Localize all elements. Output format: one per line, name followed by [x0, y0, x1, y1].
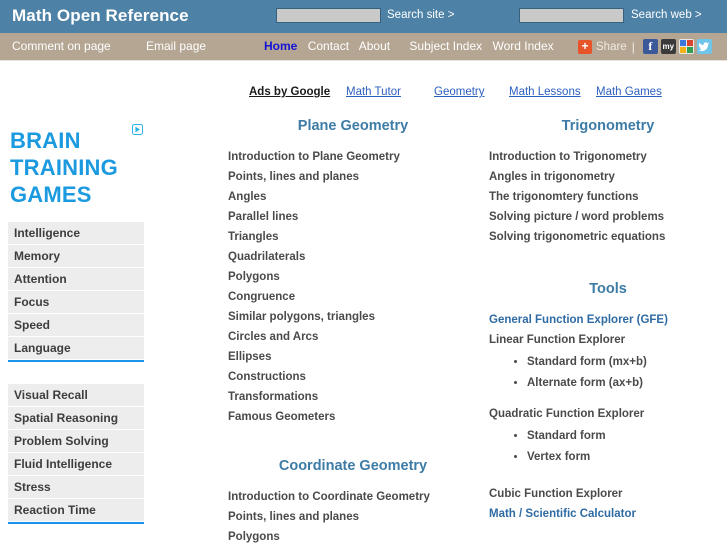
list-item[interactable]: Points, lines and planes: [228, 507, 478, 527]
linear-function-forms: Standard form (mx+b) Alternate form (ax+…: [489, 352, 727, 394]
list-item[interactable]: Transformations: [228, 387, 478, 407]
list-item[interactable]: Quadrilaterals: [228, 247, 478, 267]
list-item[interactable]: Standard form: [527, 426, 727, 447]
coordinate-geometry-link-list: Introduction to Coordinate Geometry Poin…: [228, 487, 478, 547]
ad-keyword-stress[interactable]: Stress: [8, 476, 144, 499]
site-title: Math Open Reference: [12, 6, 189, 25]
google-icon[interactable]: [678, 39, 694, 54]
nav-item-word-index[interactable]: Word Index: [492, 39, 553, 53]
list-item[interactable]: Famous Geometers: [228, 407, 478, 427]
adchoices-icon[interactable]: [132, 122, 143, 135]
section-title-tools: Tools: [589, 281, 627, 297]
ad-keyword-problem-solving[interactable]: Problem Solving: [8, 430, 144, 453]
list-item[interactable]: Circles and Arcs: [228, 327, 478, 347]
middle-content-column: Plane Geometry Introduction to Plane Geo…: [228, 118, 478, 547]
list-item[interactable]: Alternate form (ax+b): [527, 373, 727, 394]
plane-geometry-link-list: Introduction to Plane Geometry Points, l…: [228, 147, 478, 427]
list-item[interactable]: Triangles: [228, 227, 478, 247]
list-item[interactable]: Introduction to Trigonometry: [489, 147, 727, 167]
main-nav: Home Contact About Subject Index Word In…: [264, 39, 561, 53]
list-item[interactable]: Angles: [228, 187, 478, 207]
nav-item-subject-index[interactable]: Subject Index: [409, 39, 482, 53]
ad-headline-line2: TRAINING: [10, 155, 118, 180]
cubic-and-calculator-list: Cubic Function Explorer Math / Scientifi…: [489, 484, 727, 524]
tool-math-scientific-calculator[interactable]: Math / Scientific Calculator: [489, 504, 727, 524]
share-plus-icon[interactable]: +: [578, 39, 592, 54]
ad-keyword-visual-recall[interactable]: Visual Recall: [8, 384, 144, 407]
list-item[interactable]: Introduction to Plane Geometry: [228, 147, 478, 167]
ad-keyword-focus[interactable]: Focus: [8, 291, 144, 314]
list-item[interactable]: Polygons: [228, 527, 478, 547]
ad-link-math-tutor[interactable]: Math Tutor: [346, 86, 401, 98]
ad-headline[interactable]: BRAIN TRAINING GAMES: [0, 118, 152, 208]
section-title-trigonometry: Trigonometry: [561, 118, 655, 134]
ad-keyword-speed[interactable]: Speed: [8, 314, 144, 337]
tools-link-list: General Function Explorer (GFE) Linear F…: [489, 310, 727, 350]
list-item[interactable]: Polygons: [228, 267, 478, 287]
tools-block: Tools General Function Explorer (GFE) Li…: [489, 281, 727, 524]
list-item[interactable]: Congruence: [228, 287, 478, 307]
ad-keyword-language[interactable]: Language: [8, 337, 144, 360]
list-item[interactable]: Standard form (mx+b): [527, 352, 727, 373]
quadratic-tool-list: Quadratic Function Explorer: [489, 404, 727, 424]
list-item[interactable]: Points, lines and planes: [228, 167, 478, 187]
list-item[interactable]: Constructions: [228, 367, 478, 387]
ad-keyword-spatial-reasoning[interactable]: Spatial Reasoning: [8, 407, 144, 430]
list-item[interactable]: Parallel lines: [228, 207, 478, 227]
search-site-button[interactable]: Search site >: [387, 9, 454, 21]
list-item[interactable]: Angles in trigonometry: [489, 167, 727, 187]
right-content-column: Trigonometry Introduction to Trigonometr…: [489, 118, 727, 524]
ads-by-google-label[interactable]: Ads by Google: [249, 86, 330, 98]
site-header: Math Open Reference Search site > Search…: [0, 0, 727, 33]
ad-keyword-intelligence[interactable]: Intelligence: [8, 222, 144, 245]
quadratic-function-forms: Standard form Vertex form: [489, 426, 727, 468]
ad-link-math-games[interactable]: Math Games: [596, 86, 662, 98]
ad-keyword-memory[interactable]: Memory: [8, 245, 144, 268]
comment-on-page-link[interactable]: Comment on page: [12, 39, 111, 53]
ad-keyword-attention[interactable]: Attention: [8, 268, 144, 291]
list-item[interactable]: Similar polygons, triangles: [228, 307, 478, 327]
nav-item-contact[interactable]: Contact: [308, 39, 349, 53]
ad-link-math-lessons[interactable]: Math Lessons: [509, 86, 581, 98]
ad-keyword-group-1: Intelligence Memory Attention Focus Spee…: [8, 222, 144, 362]
ad-keyword-group-2: Visual Recall Spatial Reasoning Problem …: [8, 384, 144, 524]
share-separator: |: [631, 39, 635, 54]
email-page-link[interactable]: Email page: [146, 39, 206, 53]
share-label[interactable]: Share: [596, 41, 627, 53]
tool-linear-function-explorer[interactable]: Linear Function Explorer: [489, 330, 727, 350]
section-title-plane-geometry: Plane Geometry: [297, 118, 409, 134]
tool-quadratic-function-explorer[interactable]: Quadratic Function Explorer: [489, 404, 727, 424]
nav-item-about[interactable]: About: [359, 39, 390, 53]
sidebar-advertisement[interactable]: BRAIN TRAINING GAMES Intelligence Memory…: [0, 118, 152, 524]
list-item[interactable]: Solving picture / word problems: [489, 207, 727, 227]
list-item[interactable]: Solving trigonometric equations: [489, 227, 727, 247]
tool-cubic-function-explorer[interactable]: Cubic Function Explorer: [489, 484, 727, 504]
search-web-button[interactable]: Search web >: [631, 9, 702, 21]
tool-general-function-explorer[interactable]: General Function Explorer (GFE): [489, 310, 727, 330]
list-item[interactable]: Vertex form: [527, 447, 727, 468]
facebook-icon[interactable]: f: [642, 39, 658, 54]
ad-keyword-fluid-intelligence[interactable]: Fluid Intelligence: [8, 453, 144, 476]
share-widget: + Share | f my: [578, 38, 712, 55]
list-item[interactable]: Ellipses: [228, 347, 478, 367]
list-item[interactable]: Introduction to Coordinate Geometry: [228, 487, 478, 507]
search-web-input[interactable]: [519, 8, 624, 23]
nav-item-home[interactable]: Home: [264, 39, 297, 53]
coordinate-geometry-block: Coordinate Geometry Introduction to Coor…: [228, 458, 478, 547]
search-site-input[interactable]: [276, 8, 381, 23]
ad-headline-line1: BRAIN: [10, 128, 81, 153]
section-title-coordinate-geometry: Coordinate Geometry: [278, 458, 428, 474]
trigonometry-link-list: Introduction to Trigonometry Angles in t…: [489, 147, 727, 247]
ad-headline-line3: GAMES: [10, 182, 92, 207]
secondary-navbar: Comment on page Email page Home Contact …: [0, 33, 727, 61]
list-item[interactable]: The trigonomtery functions: [489, 187, 727, 207]
twitter-icon[interactable]: [696, 39, 712, 54]
ad-link-geometry[interactable]: Geometry: [434, 86, 485, 98]
ad-keyword-reaction-time[interactable]: Reaction Time: [8, 499, 144, 522]
myspace-icon[interactable]: my: [660, 39, 676, 54]
